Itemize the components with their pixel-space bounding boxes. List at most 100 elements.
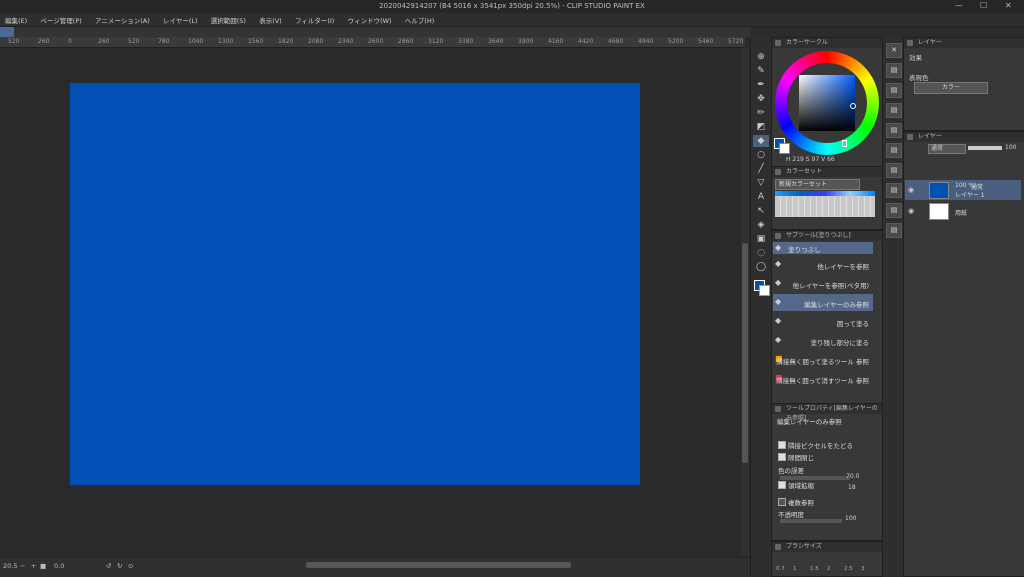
- zoom-out-icon[interactable]: −: [20, 562, 25, 570]
- pen-icon[interactable]: ✎: [753, 65, 769, 77]
- brush-size-preset[interactable]: 1: [793, 566, 797, 572]
- sub-color-swatch[interactable]: [759, 285, 770, 296]
- text-icon[interactable]: A: [753, 191, 769, 203]
- canvas-tab[interactable]: [0, 27, 14, 37]
- rotation-value[interactable]: 0.0: [54, 562, 64, 570]
- color-set-swatches[interactable]: [775, 191, 875, 217]
- fit-icon[interactable]: ■: [40, 562, 46, 570]
- panel-toggle-icon[interactable]: ▤: [886, 123, 902, 138]
- adjacent-pixel-row[interactable]: 隣接ピクセルをたどる: [778, 440, 876, 450]
- menu-page[interactable]: ページ管理(P): [35, 13, 87, 25]
- panel-icon-strip: ✕ ▤ ▤ ▤ ▤ ▤ ▤ ▤ ▤ ▤: [883, 37, 903, 576]
- subtool-item[interactable]: ◆ 他レイヤーを参照: [773, 256, 873, 273]
- subtool-tab[interactable]: ◆ 塗りつぶし: [773, 242, 873, 254]
- ruler-tick-label: 4940: [638, 38, 654, 45]
- canvas-area[interactable]: [0, 48, 741, 556]
- blend-mode-dropdown[interactable]: 通常: [928, 144, 966, 154]
- reset-rotation-icon[interactable]: ⊙: [128, 562, 133, 570]
- operation-icon[interactable]: ↖: [753, 205, 769, 217]
- brush-size-preset[interactable]: 1.5: [810, 566, 819, 572]
- area-scaling-value[interactable]: 18: [848, 484, 856, 491]
- ellipse-icon[interactable]: ○: [753, 149, 769, 161]
- opacity-value[interactable]: 100: [845, 515, 856, 522]
- eyedropper-icon[interactable]: ✒: [753, 79, 769, 91]
- brush-size-preset[interactable]: 3: [861, 566, 865, 572]
- minimize-button[interactable]: —: [955, 1, 963, 10]
- canvas-paper[interactable]: [70, 83, 640, 485]
- panel-toggle-icon[interactable]: ▤: [886, 103, 902, 118]
- layer-opacity-slider[interactable]: [968, 146, 1002, 150]
- panel-toggle-icon[interactable]: ▤: [886, 203, 902, 218]
- area-scaling-row[interactable]: 領域拡縮: [778, 480, 876, 490]
- subtool-item[interactable]: ◆ 囲って塗る: [773, 313, 873, 330]
- ruler-tick-label: 1560: [248, 38, 264, 45]
- subtool-item[interactable]: ■ 隣接無く囲って消すツール 参照: [773, 370, 873, 387]
- color-set-dropdown[interactable]: 新規カラーセット: [775, 179, 860, 190]
- color-margin-value[interactable]: 70.0: [846, 473, 859, 480]
- panel-toggle-icon[interactable]: ▤: [886, 143, 902, 158]
- color-wheel-title: カラーサークル: [786, 39, 828, 46]
- rotate-left-icon[interactable]: ↺: [106, 562, 111, 570]
- hue-ring[interactable]: [775, 51, 879, 155]
- menu-view[interactable]: 表示(V): [254, 13, 288, 25]
- lasso-icon[interactable]: ◯: [753, 261, 769, 273]
- panel-toggle-icon[interactable]: ▤: [886, 163, 902, 178]
- menu-help[interactable]: ヘルプ(H): [400, 13, 440, 25]
- vertical-scrollbar[interactable]: [741, 48, 749, 556]
- panel-toggle-icon[interactable]: ▤: [886, 223, 902, 238]
- sv-cursor[interactable]: [850, 103, 856, 109]
- window-title: 2020042914207 (B4 5016 x 3541px 350dpi 2…: [379, 2, 645, 10]
- brush-icon[interactable]: ✏: [753, 107, 769, 119]
- effects-header: レイヤー: [904, 38, 1024, 48]
- multi-reference-row[interactable]: 複数参照: [778, 497, 876, 507]
- fill-icon[interactable]: ◆: [753, 135, 769, 147]
- menu-filter[interactable]: フィルター(I): [290, 13, 340, 25]
- close-gap-row[interactable]: 隙間閉じ: [778, 452, 876, 462]
- rotate-right-icon[interactable]: ↻: [117, 562, 122, 570]
- close-panel-icon[interactable]: ✕: [886, 43, 902, 58]
- wheel-sub-color[interactable]: [779, 143, 790, 154]
- opacity-slider[interactable]: [780, 519, 842, 523]
- close-button[interactable]: ✕: [1005, 1, 1012, 10]
- menu-edit[interactable]: 編集(E): [0, 13, 33, 25]
- layer-row[interactable]: ◉ 用紙: [905, 201, 1021, 221]
- zoom-icon[interactable]: ⊕: [753, 51, 769, 63]
- menu-animation[interactable]: アニメーション(A): [90, 13, 156, 25]
- layer-name: 用紙: [955, 210, 968, 217]
- color-set-title: カラーセット: [786, 168, 823, 175]
- eraser-icon[interactable]: ◩: [753, 121, 769, 133]
- vertical-scroll-thumb[interactable]: [742, 243, 748, 463]
- frame-icon[interactable]: ▣: [753, 233, 769, 245]
- hue-cursor[interactable]: [842, 140, 847, 147]
- gradient-icon[interactable]: ◈: [753, 219, 769, 231]
- menu-window[interactable]: ウィンドウ(W): [343, 13, 398, 25]
- panel-toggle-icon[interactable]: ▤: [886, 63, 902, 78]
- visibility-eye-icon[interactable]: ◉: [908, 186, 914, 194]
- zoom-level[interactable]: 20.5: [3, 562, 17, 570]
- panel-toggle-icon[interactable]: ▤: [886, 83, 902, 98]
- subtool-item[interactable]: ◆ 塗り残し部分に塗る: [773, 332, 873, 349]
- brush-size-preset[interactable]: 2: [827, 566, 831, 572]
- layer-property-tab[interactable]: レイヤー: [918, 39, 942, 46]
- line-icon[interactable]: ╱: [753, 163, 769, 175]
- menu-layer[interactable]: レイヤー(L): [158, 13, 204, 25]
- subtool-item[interactable]: ◆ 他レイヤーを参照(ベタ用): [773, 275, 873, 292]
- panel-toggle-icon[interactable]: ▤: [886, 183, 902, 198]
- move-icon[interactable]: ✥: [753, 93, 769, 105]
- layer-row[interactable]: ◉ 100 % 通常 レイヤー 1: [905, 180, 1021, 200]
- ruler-tick-label: 0: [68, 38, 72, 45]
- pen-nib-icon[interactable]: ▽: [753, 177, 769, 189]
- brush-size-preset[interactable]: 2.5: [844, 566, 853, 572]
- balloon-icon[interactable]: ◌: [753, 247, 769, 259]
- brush-size-preset[interactable]: 0.7: [776, 566, 785, 572]
- subtool-item[interactable]: ■ 隣接無く囲って塗るツール 参照: [773, 351, 873, 368]
- color-mode-dropdown[interactable]: カラー: [914, 82, 988, 94]
- saturation-value-square[interactable]: [799, 75, 855, 131]
- visibility-eye-icon[interactable]: ◉: [908, 207, 914, 215]
- horizontal-scroll-thumb[interactable]: [306, 562, 571, 568]
- menu-selection[interactable]: 選択範囲(S): [206, 13, 252, 25]
- subtool-item[interactable]: ◆ 編集レイヤーのみ参照: [773, 294, 873, 311]
- zoom-in-icon[interactable]: +: [31, 562, 36, 570]
- maximize-button[interactable]: ☐: [980, 1, 987, 10]
- layer-opacity-value[interactable]: 100: [1005, 144, 1016, 151]
